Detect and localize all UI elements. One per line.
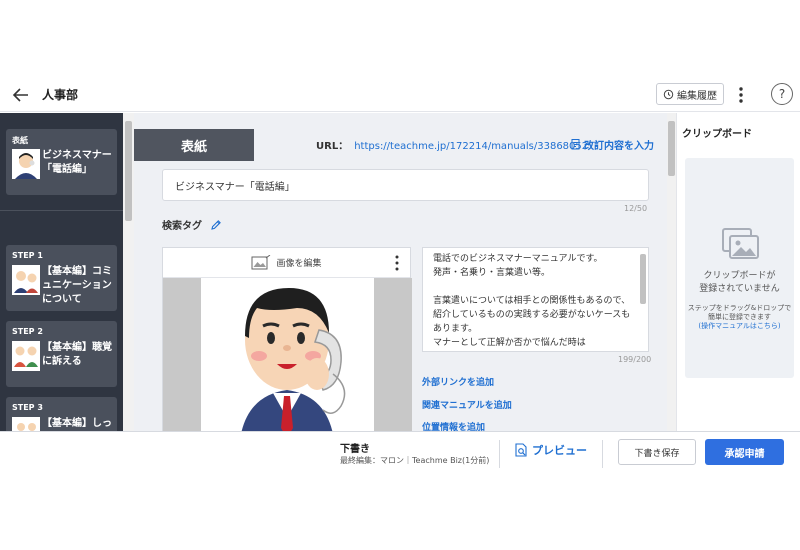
cover-image-area[interactable] xyxy=(163,278,412,431)
cover-tab[interactable]: 表紙 xyxy=(134,129,254,161)
people-thumb-icon xyxy=(12,417,40,431)
description-text: 電話でのビジネスマナーマニュアルです。 発声・名乗り・言葉遣い等。 言葉遣いにつ… xyxy=(433,254,631,348)
help-icon: ? xyxy=(778,87,786,101)
sidebar-step-2[interactable]: STEP 2 【基本編】聴覚に訴える xyxy=(6,321,117,387)
title-char-counter: 12/50 xyxy=(624,204,648,213)
manual-title-input[interactable]: ビジネスマナー「電話編」 xyxy=(162,169,649,201)
kebab-menu-icon xyxy=(739,87,743,103)
businessman-thumb-icon xyxy=(12,149,40,179)
kebab-menu-icon xyxy=(395,255,399,271)
step-title: 【基本編】コミュニケーションについて xyxy=(42,266,112,305)
step-title: 【基本編】聴覚に訴える xyxy=(42,342,112,367)
people-thumb-icon xyxy=(12,341,40,371)
image-edit-icon xyxy=(251,254,271,269)
sidebar-cover-card[interactable]: 表紙 ビジネスマナー「電話編」 xyxy=(6,129,117,195)
edit-history-label: 編集履歴 xyxy=(677,90,717,102)
manual-help-link[interactable]: (操作マニュアルはこちら) xyxy=(685,322,794,331)
step-title: 【基本編】しっ xyxy=(42,418,112,429)
cover-image-panel: 画像を編集 xyxy=(162,247,412,431)
revise-content-button[interactable]: 改訂内容を入力 xyxy=(571,137,654,152)
cover-thumbnail xyxy=(12,149,40,179)
last-edited-info: 最終編集：マロン｜Teachme Biz(1分前) xyxy=(340,456,490,465)
preview-label: プレビュー xyxy=(532,444,587,457)
step-sidebar: 表紙 ビジネスマナー「電話編」 STEP 1 【基本編】コミュニケーションについ… xyxy=(0,113,134,431)
cover-image xyxy=(201,278,374,431)
sidebar-step-3[interactable]: STEP 3 【基本編】しっ xyxy=(6,397,117,431)
draft-status: 下書き xyxy=(340,444,370,455)
manual-url-link[interactable]: https://teachme.jp/172214/manuals/338680… xyxy=(354,141,588,152)
page-title: 人事部 xyxy=(42,88,79,102)
step-thumbnail xyxy=(12,341,40,371)
document-edit-icon xyxy=(571,139,580,150)
businessman-on-phone-illustration xyxy=(241,288,346,431)
footer-divider xyxy=(499,440,500,468)
empty-line: 登録されていません xyxy=(699,284,780,294)
save-draft-button[interactable]: 下書き保存 xyxy=(618,439,696,465)
empty-line: クリップボードが xyxy=(703,271,776,281)
help-button[interactable]: ? xyxy=(771,83,793,105)
editor-main: 表紙 URL： https://teachme.jp/172214/manuals… xyxy=(134,113,667,431)
add-related-manual-button[interactable]: 関連マニュアルを追加 xyxy=(422,398,512,411)
more-menu-button[interactable] xyxy=(734,84,748,106)
sidebar-step-1[interactable]: STEP 1 【基本編】コミュニケーションについて xyxy=(6,245,117,311)
clipboard-hint: ステップをドラッグ&ドロップで 簡単に登録できます (操作マニュアルはこちら) xyxy=(685,304,794,331)
clipboard-panel: クリップボード クリップボードが 登録されていません ステップをドラッグ&ドロッ… xyxy=(676,113,800,431)
scrollbar-thumb[interactable] xyxy=(668,121,675,176)
search-tag-row: 検索タグ xyxy=(162,217,222,232)
step-label: STEP 1 xyxy=(12,251,43,260)
step-thumbnail xyxy=(12,417,40,431)
edit-image-button[interactable]: 画像を編集 xyxy=(163,248,410,278)
pencil-icon[interactable] xyxy=(210,219,222,231)
search-tag-label: 検索タグ xyxy=(162,221,202,232)
add-external-link-button[interactable]: 外部リンクを追加 xyxy=(422,375,494,388)
manual-title-value: ビジネスマナー「電話編」 xyxy=(175,181,295,193)
hint-line: ステップをドラッグ&ドロップで xyxy=(687,304,792,312)
revise-content-label: 改訂内容を入力 xyxy=(584,141,654,152)
clipboard-title: クリップボード xyxy=(682,129,752,140)
image-more-button[interactable] xyxy=(392,254,402,272)
url-row: URL： https://teachme.jp/172214/manuals/33… xyxy=(316,137,588,152)
arrow-left-icon xyxy=(12,88,28,102)
people-thumb-icon xyxy=(12,265,40,295)
scrollbar-thumb[interactable] xyxy=(125,121,132,221)
step-label: STEP 3 xyxy=(12,403,43,412)
request-approval-button[interactable]: 承認申請 xyxy=(705,439,784,465)
footer-divider xyxy=(602,440,603,468)
cover-card-label: 表紙 xyxy=(12,136,28,145)
preview-button[interactable]: プレビュー xyxy=(515,442,587,458)
sidebar-divider xyxy=(0,210,123,211)
description-scrollbar[interactable] xyxy=(640,254,646,304)
back-button[interactable] xyxy=(10,84,32,106)
app-header: 人事部 編集履歴 ? xyxy=(0,78,800,112)
hint-line: 簡単に登録できます xyxy=(708,313,771,321)
preview-doc-icon xyxy=(515,443,527,457)
step-thumbnail xyxy=(12,265,40,295)
edit-history-button[interactable]: 編集履歴 xyxy=(656,83,724,105)
cover-card-title: ビジネスマナー「電話編」 xyxy=(42,150,112,175)
description-textarea[interactable]: 電話でのビジネスマナーマニュアルです。 発声・名乗り・言葉遣い等。 言葉遣いにつ… xyxy=(422,247,649,352)
clipboard-dropzone[interactable]: クリップボードが 登録されていません ステップをドラッグ&ドロップで 簡単に登録… xyxy=(685,158,794,378)
editor-footer: 下書き 最終編集：マロン｜Teachme Biz(1分前) プレビュー 下書き保… xyxy=(0,431,800,475)
url-label: URL： xyxy=(316,141,349,152)
step-label: STEP 2 xyxy=(12,327,43,336)
add-location-button[interactable]: 位置情報を追加 xyxy=(422,420,485,431)
images-icon xyxy=(722,228,759,259)
main-scrollbar[interactable] xyxy=(667,113,676,431)
sidebar-scrollbar[interactable] xyxy=(123,113,134,431)
history-icon xyxy=(663,89,674,99)
clipboard-empty-message: クリップボードが 登録されていません xyxy=(685,270,794,296)
edit-image-label: 画像を編集 xyxy=(276,259,322,269)
description-char-counter: 199/200 xyxy=(618,355,652,364)
